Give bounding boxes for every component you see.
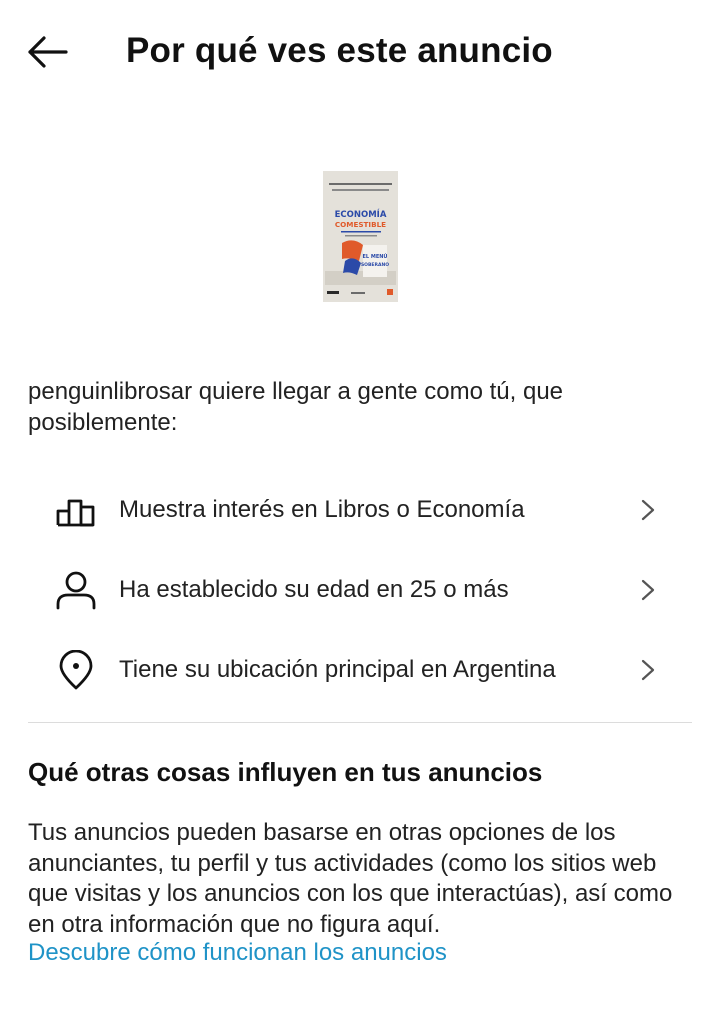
- chevron-right-icon: [641, 659, 655, 681]
- arrow-left-icon: [28, 36, 68, 68]
- cover-sub-text: EL MENÚ: [363, 253, 388, 260]
- intro-text: penguinlibrosar quiere llegar a gente co…: [28, 378, 564, 436]
- reason-label: Tiene su ubicación principal en Argentin…: [119, 656, 556, 683]
- header: Por qué ves este anuncio: [0, 0, 720, 104]
- reason-age[interactable]: Ha establecido su edad en 25 o más: [28, 552, 692, 628]
- cover-title-line2: COMESTIBLE: [335, 220, 386, 229]
- reason-location[interactable]: Tiene su ubicación principal en Argentin…: [28, 632, 692, 708]
- section-body: Tus anuncios pueden basarse en otras opc…: [28, 819, 673, 938]
- person-icon: [56, 570, 96, 610]
- reason-label: Ha establecido su edad en 25 o más: [119, 576, 509, 603]
- cover-sub-text2: SOBERANO: [361, 262, 389, 268]
- reason-interest[interactable]: Muestra interés en Libros o Economía: [28, 472, 692, 548]
- learn-more-link[interactable]: Descubre cómo funcionan los anuncios: [28, 937, 447, 969]
- page-title: Por qué ves este anuncio: [126, 31, 553, 70]
- divider: [28, 722, 692, 723]
- back-button[interactable]: [24, 28, 72, 76]
- cover-title-line1: ECONOMÍA: [335, 208, 387, 220]
- reason-label: Muestra interés en Libros o Economía: [119, 496, 525, 523]
- location-pin-icon: [56, 650, 96, 690]
- chevron-right-icon: [641, 579, 655, 601]
- bar-chart-icon: [56, 490, 96, 530]
- chevron-right-icon: [641, 499, 655, 521]
- ad-preview-image[interactable]: ECONOMÍA COMESTIBLE EL MENÚ SOBERANO: [323, 171, 398, 302]
- section-title: Qué otras cosas influyen en tus anuncios: [28, 757, 543, 787]
- book-cover: ECONOMÍA COMESTIBLE EL MENÚ SOBERANO: [323, 171, 398, 302]
